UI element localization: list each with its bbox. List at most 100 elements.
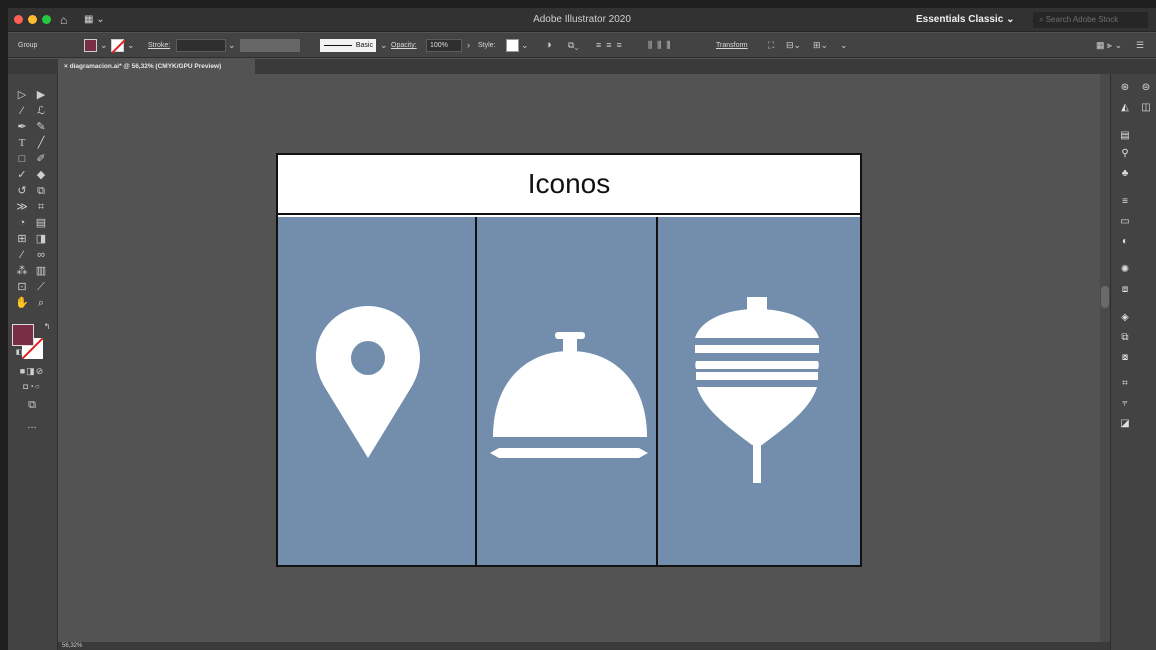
graphic-style-swatch[interactable] — [506, 39, 519, 52]
brush-label: Basic — [355, 42, 373, 49]
width-tool-icon[interactable]: ≫ — [13, 200, 31, 214]
gradient-tool-icon[interactable]: ◨ — [32, 232, 50, 246]
document-tab[interactable]: × diagramacion.ai* @ 56,32% (CMYK/GPU Pr… — [58, 59, 255, 74]
puppet-warp-icon[interactable]: ⊞⌄ — [813, 33, 828, 58]
envelope-icon[interactable]: ⊟⌄ — [786, 33, 801, 58]
selection-tool-icon[interactable]: ▷ — [13, 88, 31, 102]
transform-panel-icon[interactable]: ⌗ — [1118, 378, 1132, 390]
chevron-down-icon[interactable]: ⌄ — [380, 33, 388, 58]
brushes-icon[interactable]: ⚲ — [1118, 148, 1132, 160]
default-fill-stroke-icon[interactable]: ◧ — [10, 346, 28, 360]
image-trace-icon[interactable]: ⧈ — [1118, 284, 1132, 296]
paintbrush-tool-icon[interactable]: ✐ — [32, 152, 50, 166]
artboard-tool-icon[interactable]: ⊡ — [13, 280, 31, 294]
layers-icon[interactable]: ◈ — [1118, 312, 1132, 324]
shaper-tool-icon[interactable]: ✓ — [13, 168, 31, 182]
slice-tool-icon[interactable]: ⟋ — [32, 280, 50, 294]
align-panel-icon[interactable]: ⫧ — [1118, 398, 1132, 410]
tools-panel: ▷ ▶ ⁄ ℒ ✒ ✎ T ╱ □ ✐ ✓ ◆ ↺ ⧉ ≫ ⌗ ◔ ▤ ⊞ ◨ … — [8, 74, 58, 650]
chevron-down-icon[interactable]: ⌄ — [521, 33, 529, 58]
document-tab-label: diagramacion.ai* @ 56,32% (CMYK/GPU Prev… — [69, 63, 222, 70]
eyedropper-tool-icon[interactable]: ⁄ — [13, 248, 31, 262]
spinning-top-icon — [695, 297, 819, 483]
stroke-weight-field[interactable] — [176, 39, 226, 52]
free-transform-tool-icon[interactable]: ⌗ — [32, 200, 50, 214]
screen-mode-icon[interactable]: ⧉ — [23, 398, 41, 412]
artboard-title: Iconos — [527, 168, 611, 199]
isolate-group-icon[interactable]: ⛶ — [768, 33, 774, 58]
opacity-label[interactable]: Opacity: — [391, 33, 417, 58]
rotate-tool-icon[interactable]: ↺ — [13, 184, 31, 198]
links-icon[interactable]: ⧇ — [1118, 352, 1132, 364]
fill-swatch[interactable] — [12, 324, 34, 346]
variable-width-profile[interactable] — [240, 39, 300, 52]
artboards-icon[interactable]: ⧉ — [1118, 332, 1132, 344]
pen-tool-icon[interactable]: ✒ — [13, 120, 31, 134]
transparency-icon[interactable]: ◐ — [1118, 236, 1132, 248]
column-graph-tool-icon[interactable]: ▥ — [32, 264, 50, 278]
chevron-down-icon[interactable]: ⌄ — [228, 33, 236, 58]
direct-selection-tool-icon[interactable]: ▶ — [32, 88, 50, 102]
search-adobe-stock-input[interactable]: ⌕ Search Adobe Stock — [1033, 12, 1148, 28]
opacity-field[interactable]: 100% — [426, 39, 462, 52]
swap-fill-stroke-icon[interactable]: ↰ — [38, 320, 56, 334]
curvature-tool-icon[interactable]: ✎ — [32, 120, 50, 134]
perspective-grid-tool-icon[interactable]: ▤ — [32, 216, 50, 230]
mesh-tool-icon[interactable]: ⊞ — [13, 232, 31, 246]
vertical-align-icons[interactable]: ⫼⫼⫼ — [648, 33, 675, 58]
color-mode-icons[interactable]: ■◨⊘ — [12, 364, 52, 378]
stroke-label[interactable]: Stroke: — [148, 33, 170, 58]
eraser-tool-icon[interactable]: ◆ — [32, 168, 50, 182]
icon-panel-cloche[interactable] — [477, 217, 658, 565]
gradient-panel-icon[interactable]: ▭ — [1118, 216, 1132, 228]
line-segment-tool-icon[interactable]: ╱ — [32, 136, 50, 150]
transform-link[interactable]: Transform — [716, 33, 748, 58]
blend-tool-icon[interactable]: ∞ — [32, 248, 50, 262]
icon-panel-spinning-top[interactable] — [658, 217, 860, 565]
horizontal-align-icons[interactable]: ≡≡≡ — [596, 33, 627, 58]
search-placeholder: Search Adobe Stock — [1045, 15, 1119, 24]
properties-icon[interactable]: ⊜ — [1139, 82, 1153, 94]
brush-definition-dropdown[interactable]: Basic — [320, 39, 376, 52]
draw-mode-icons[interactable]: ◘◔○ — [12, 380, 52, 394]
style-label: Style: — [478, 42, 496, 49]
lasso-tool-icon[interactable]: ℒ — [32, 104, 50, 118]
chevron-down-icon[interactable]: ⌄ — [100, 33, 108, 58]
chevron-right-icon[interactable]: › — [467, 33, 470, 58]
appearance-icon[interactable]: ◭ — [1118, 102, 1132, 114]
magic-wand-tool-icon[interactable]: ⁄ — [13, 104, 31, 118]
chevron-down-icon[interactable]: ⌄ — [840, 33, 848, 58]
shape-builder-tool-icon[interactable]: ◔ — [13, 216, 31, 230]
rectangle-tool-icon[interactable]: □ — [13, 152, 31, 166]
align-to-icon[interactable]: ⧉⌄ — [568, 33, 579, 58]
panel-menu-icon[interactable]: ☰ — [1136, 33, 1144, 58]
color-guide-icon[interactable]: ▤ — [1118, 130, 1132, 142]
icon-panel-location[interactable] — [278, 217, 477, 565]
workspace-switcher[interactable]: Essentials Classic ⌄ — [916, 12, 1014, 28]
serving-cloche-icon — [490, 332, 648, 458]
zoom-level[interactable]: 56,32% — [62, 643, 82, 649]
stroke-none-swatch[interactable] — [111, 39, 126, 54]
scale-tool-icon[interactable]: ⧉ — [32, 184, 50, 198]
fill-color-swatch[interactable] — [84, 39, 97, 52]
chevron-down-icon[interactable]: ⌄ — [127, 33, 135, 58]
status-bar: 56,32% — [58, 642, 1110, 650]
type-tool-icon[interactable]: T — [13, 136, 31, 150]
hand-tool-icon[interactable]: ✋ — [13, 296, 31, 310]
symbols-icon[interactable]: ♣ — [1118, 168, 1132, 180]
asset-export-icon[interactable]: ◫ — [1139, 102, 1153, 114]
graphic-styles-icon[interactable]: ✺ — [1118, 264, 1132, 276]
pathfinder-icon[interactable]: ◪ — [1118, 418, 1132, 430]
vertical-scrollbar[interactable] — [1100, 74, 1110, 650]
zoom-tool-icon[interactable]: ⌕ — [32, 296, 50, 310]
scrollbar-thumb[interactable] — [1101, 286, 1109, 308]
edit-toolbar-button[interactable]: ... — [23, 418, 41, 432]
stroke-panel-icon[interactable]: ≡ — [1118, 196, 1132, 208]
artboard-header: Iconos — [278, 155, 860, 215]
recolor-artwork-icon[interactable]: ◑ — [545, 33, 552, 58]
symbol-sprayer-tool-icon[interactable]: ⁂ — [13, 264, 31, 278]
panel-arrange-icon[interactable]: ▦ ⫸ ⌄ — [1096, 33, 1122, 58]
search-icon: ⌕ — [1039, 15, 1046, 24]
libraries-icon[interactable]: ⊛ — [1118, 82, 1132, 94]
artboard[interactable]: Iconos — [276, 153, 862, 567]
